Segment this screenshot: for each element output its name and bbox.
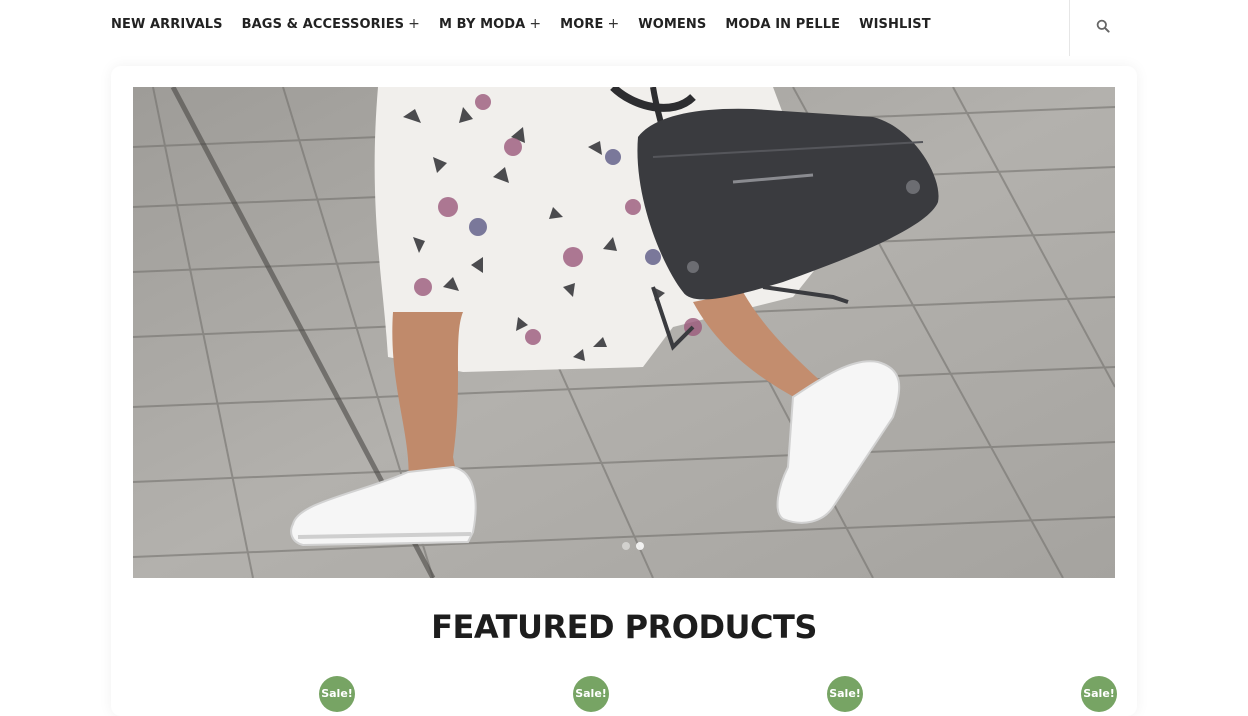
expand-plus-icon[interactable]: + bbox=[529, 16, 541, 32]
nav-label: NEW ARRIVALS bbox=[111, 16, 223, 32]
main-nav: NEW ARRIVALS BAGS & ACCESSORIES + M BY M… bbox=[111, 16, 931, 32]
nav-divider bbox=[1069, 0, 1070, 56]
hero-illustration bbox=[133, 87, 1115, 578]
expand-plus-icon[interactable]: + bbox=[408, 16, 420, 32]
sale-badge: Sale! bbox=[319, 676, 355, 712]
nav-more[interactable]: MORE + bbox=[560, 16, 619, 32]
nav-label: M BY MODA bbox=[438, 16, 526, 32]
featured-products-heading: FEATURED PRODUCTS bbox=[431, 608, 817, 646]
search-button[interactable] bbox=[1090, 13, 1116, 39]
nav-wishlist[interactable]: WISHLIST bbox=[859, 17, 931, 32]
nav-moda-in-pelle[interactable]: MODA IN PELLE bbox=[725, 17, 840, 32]
nav-label: MORE bbox=[560, 16, 604, 32]
sale-badge: Sale! bbox=[1081, 676, 1117, 712]
sale-badge: Sale! bbox=[573, 676, 609, 712]
hero-slider-image[interactable] bbox=[133, 87, 1115, 578]
nav-bags-accessories[interactable]: BAGS & ACCESSORIES + bbox=[242, 16, 420, 32]
sale-badge: Sale! bbox=[827, 676, 863, 712]
slider-dot[interactable] bbox=[622, 542, 630, 550]
nav-womens[interactable]: WOMENS bbox=[638, 17, 706, 32]
nav-label: WOMENS bbox=[638, 16, 707, 32]
top-navigation-bar: NEW ARRIVALS BAGS & ACCESSORIES + M BY M… bbox=[0, 0, 1248, 56]
slider-dot-active[interactable] bbox=[636, 542, 644, 550]
nav-label: BAGS & ACCESSORIES bbox=[241, 16, 405, 32]
nav-m-by-moda[interactable]: M BY MODA + bbox=[439, 16, 541, 32]
expand-plus-icon[interactable]: + bbox=[607, 16, 619, 32]
nav-new-arrivals[interactable]: NEW ARRIVALS bbox=[111, 17, 223, 32]
nav-label: MODA IN PELLE bbox=[725, 16, 841, 32]
slider-pagination bbox=[622, 542, 644, 550]
nav-label: WISHLIST bbox=[859, 16, 931, 32]
search-icon bbox=[1096, 19, 1110, 33]
